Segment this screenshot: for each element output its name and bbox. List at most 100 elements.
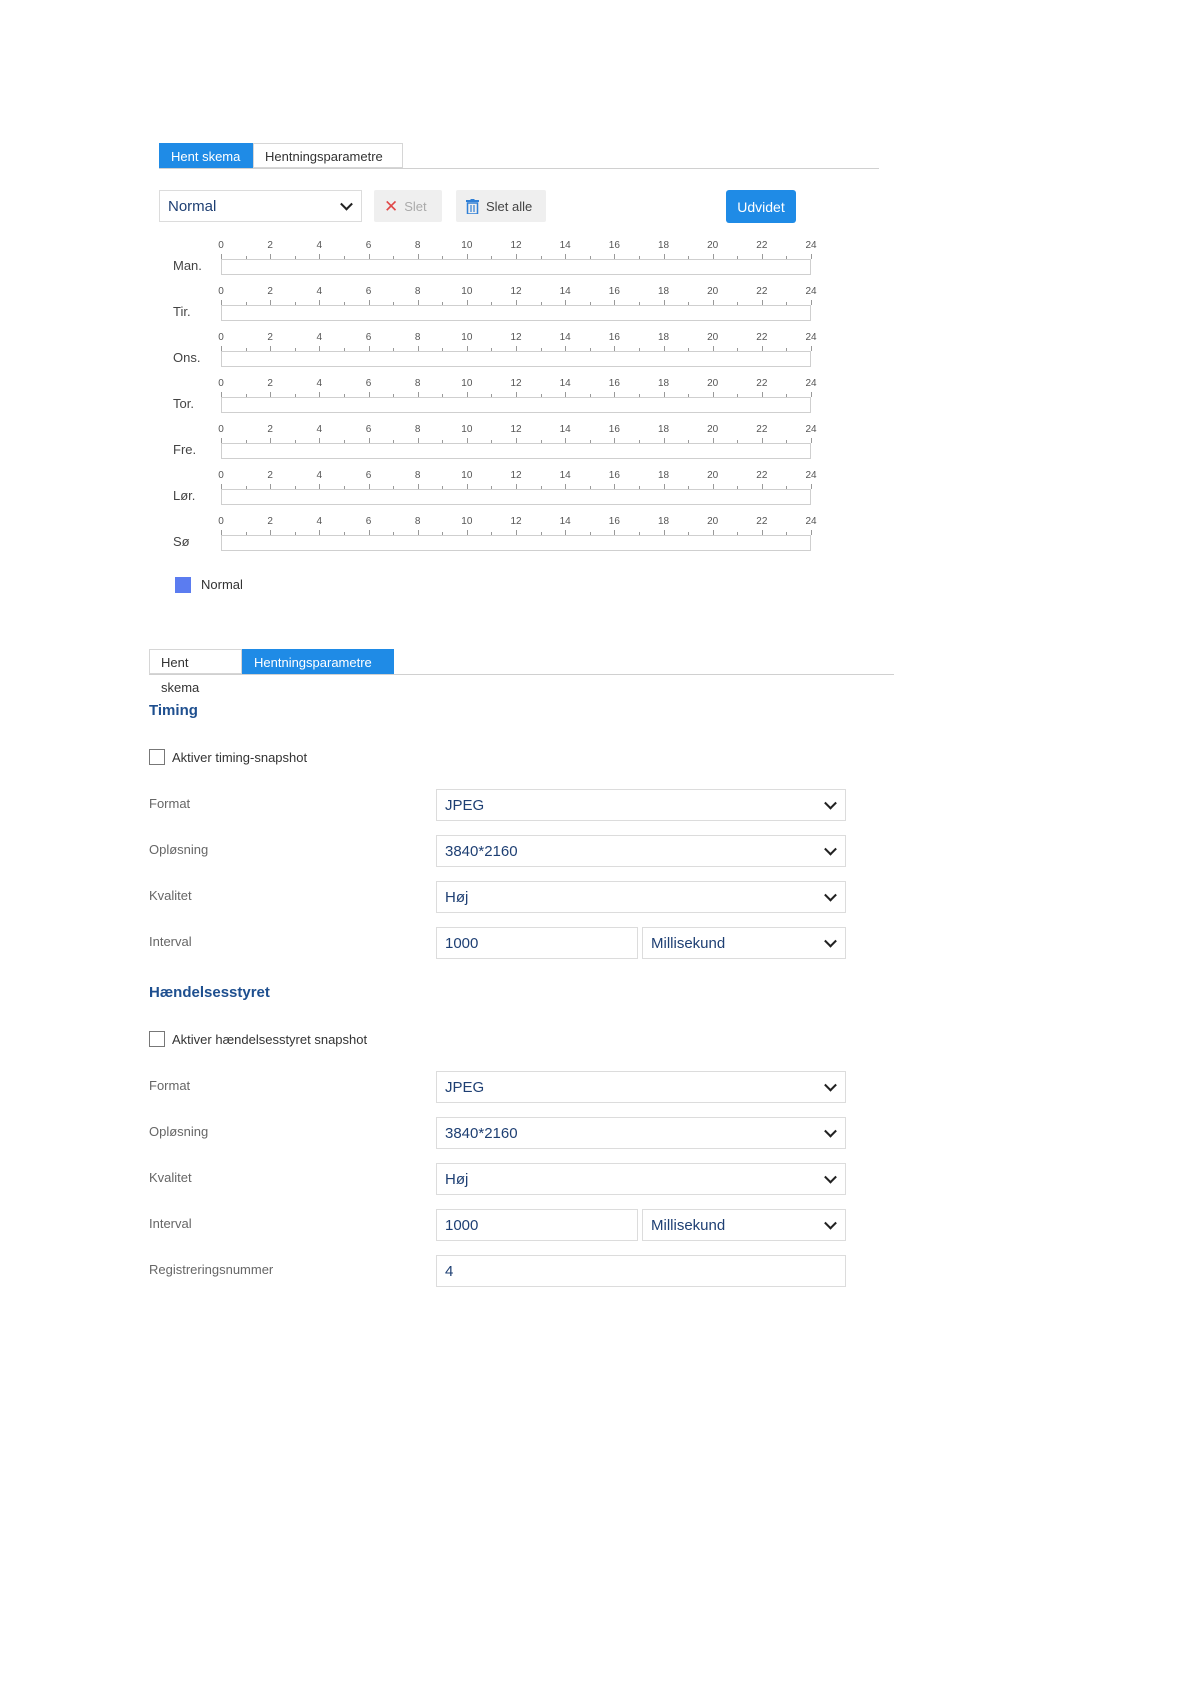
timing-interval-input[interactable]: 1000: [436, 927, 638, 959]
event-resolution-select[interactable]: 3840*2160: [436, 1117, 846, 1149]
day-schedule-bar[interactable]: [221, 443, 811, 459]
hour-tick-label: 10: [461, 516, 473, 527]
day-label: Tor.: [173, 396, 194, 411]
tab-hentningsparametre[interactable]: Hentningsparametre: [242, 649, 394, 674]
event-enable-label: Aktiver hændelsesstyret snapshot: [172, 1031, 368, 1047]
schedule-type-select[interactable]: Normal: [159, 190, 362, 222]
hour-tick-label: 8: [414, 332, 421, 343]
tab-hent-skema[interactable]: Hent skema: [159, 143, 253, 168]
hour-tick-label: 12: [510, 516, 522, 527]
hour-tick-label: 14: [559, 286, 571, 297]
schedule-tabs: Hent skema Hentningsparametre: [159, 143, 403, 168]
event-quality-select[interactable]: Høj: [436, 1163, 846, 1195]
capture-number-input[interactable]: 4: [436, 1255, 846, 1287]
hour-tick-label: 18: [657, 516, 670, 527]
day-label: Lør.: [173, 488, 196, 503]
hour-tick-label: 10: [461, 378, 473, 389]
schedule-type-value: Normal: [168, 197, 217, 215]
hour-tick-label: 2: [267, 332, 273, 343]
delete-button[interactable]: ✕ Slet: [374, 190, 442, 222]
hour-tick-label: 16: [608, 240, 620, 251]
hour-tick-label: 4: [316, 378, 323, 389]
checkbox-box[interactable]: [149, 749, 165, 765]
chevron-down-icon: [824, 1124, 837, 1138]
advanced-button[interactable]: Udvidet: [726, 190, 796, 223]
timing-quality-select[interactable]: Høj: [436, 881, 846, 913]
hour-tick-label: 18: [657, 240, 670, 251]
event-resolution-label: Opløsning: [149, 1124, 209, 1139]
chevron-down-icon: [824, 888, 837, 902]
timing-format-value: JPEG: [445, 796, 485, 814]
timing-format-select[interactable]: JPEG: [436, 789, 846, 821]
hour-tick-label: 20: [707, 516, 719, 527]
hour-tick-label: 4: [316, 470, 323, 481]
day-schedule-bar[interactable]: [221, 305, 811, 321]
delete-all-button[interactable]: Slet alle: [456, 190, 546, 222]
hour-tick-label: 22: [756, 424, 768, 435]
hour-tick-label: 20: [707, 240, 719, 251]
trash-icon: [466, 198, 479, 214]
hour-tick-label: 18: [657, 286, 670, 297]
day-schedule-bar[interactable]: [221, 259, 811, 275]
delete-button-label: Slet: [404, 198, 427, 214]
legend-label-normal: Normal: [201, 577, 243, 592]
hour-tick: [811, 530, 812, 535]
event-format-label: Format: [149, 1078, 191, 1093]
hour-tick-label: 14: [559, 470, 571, 481]
day-schedule-bar[interactable]: [221, 351, 811, 367]
event-enable-checkbox[interactable]: Aktiver hændelsesstyret snapshot: [149, 1031, 367, 1047]
day-schedule-bar[interactable]: [221, 397, 811, 413]
day-schedule-bar[interactable]: [221, 535, 811, 551]
day-label: Man.: [173, 258, 202, 273]
hour-tick-label: 18: [657, 378, 670, 389]
hour-tick: [811, 392, 812, 397]
hour-tick-label: 6: [365, 424, 372, 435]
hour-tick-label: 12: [510, 470, 522, 481]
timing-interval-unit-select[interactable]: Millisekund: [642, 927, 846, 959]
timing-interval-label: Interval: [149, 934, 192, 949]
hour-tick-label: 14: [559, 240, 571, 251]
event-section-title: Hændelsesstyret: [149, 984, 270, 1001]
event-interval-input[interactable]: 1000: [436, 1209, 638, 1241]
hour-tick-label: 20: [707, 470, 719, 481]
hour-tick-label: 10: [461, 424, 473, 435]
hour-tick: [811, 346, 812, 351]
tab-hentningsparametre[interactable]: Hentningsparametre: [253, 143, 403, 168]
hour-tick-label: 10: [461, 470, 473, 481]
hour-tick-label: 14: [559, 332, 571, 343]
timing-resolution-label: Opløsning: [149, 842, 209, 857]
hour-tick-label: 6: [365, 516, 372, 527]
tab-hent-skema[interactable]: Hent skema: [149, 649, 242, 695]
hour-tick-label: 0: [218, 332, 224, 343]
event-interval-unit-select[interactable]: Millisekund: [642, 1209, 846, 1241]
chevron-down-icon: [824, 934, 837, 948]
hour-tick-label: 4: [316, 240, 323, 251]
day-schedule-bar[interactable]: [221, 489, 811, 505]
hour-tick-label: 0: [218, 378, 224, 389]
hour-tick-label: 2: [267, 470, 273, 481]
capture-number-value: 4: [445, 1262, 454, 1280]
checkbox-box[interactable]: [149, 1031, 165, 1047]
event-interval-value: 1000: [445, 1216, 479, 1234]
tab-divider: [159, 168, 879, 169]
event-format-select[interactable]: JPEG: [436, 1071, 846, 1103]
hour-tick-label: 6: [365, 470, 372, 481]
hour-tick-label: 14: [559, 516, 571, 527]
timing-quality-value: Høj: [445, 888, 469, 906]
hour-tick-label: 18: [657, 424, 670, 435]
day-label: Ons.: [173, 350, 201, 365]
hour-tick-label: 8: [414, 286, 421, 297]
timing-enable-checkbox[interactable]: Aktiver timing-snapshot: [149, 749, 307, 765]
event-interval-unit-value: Millisekund: [651, 1216, 726, 1234]
hour-tick-label: 16: [608, 332, 620, 343]
timing-resolution-select[interactable]: 3840*2160: [436, 835, 846, 867]
hour-tick-label: 16: [608, 378, 620, 389]
event-quality-label: Kvalitet: [149, 1170, 192, 1185]
hour-tick-label: 24: [805, 240, 817, 251]
hour-tick-label: 12: [510, 240, 522, 251]
hour-tick-label: 6: [365, 332, 372, 343]
hour-tick-label: 0: [218, 516, 224, 527]
hour-tick-label: 20: [707, 286, 719, 297]
day-label: Sø: [173, 534, 190, 549]
hour-tick-label: 22: [756, 470, 768, 481]
